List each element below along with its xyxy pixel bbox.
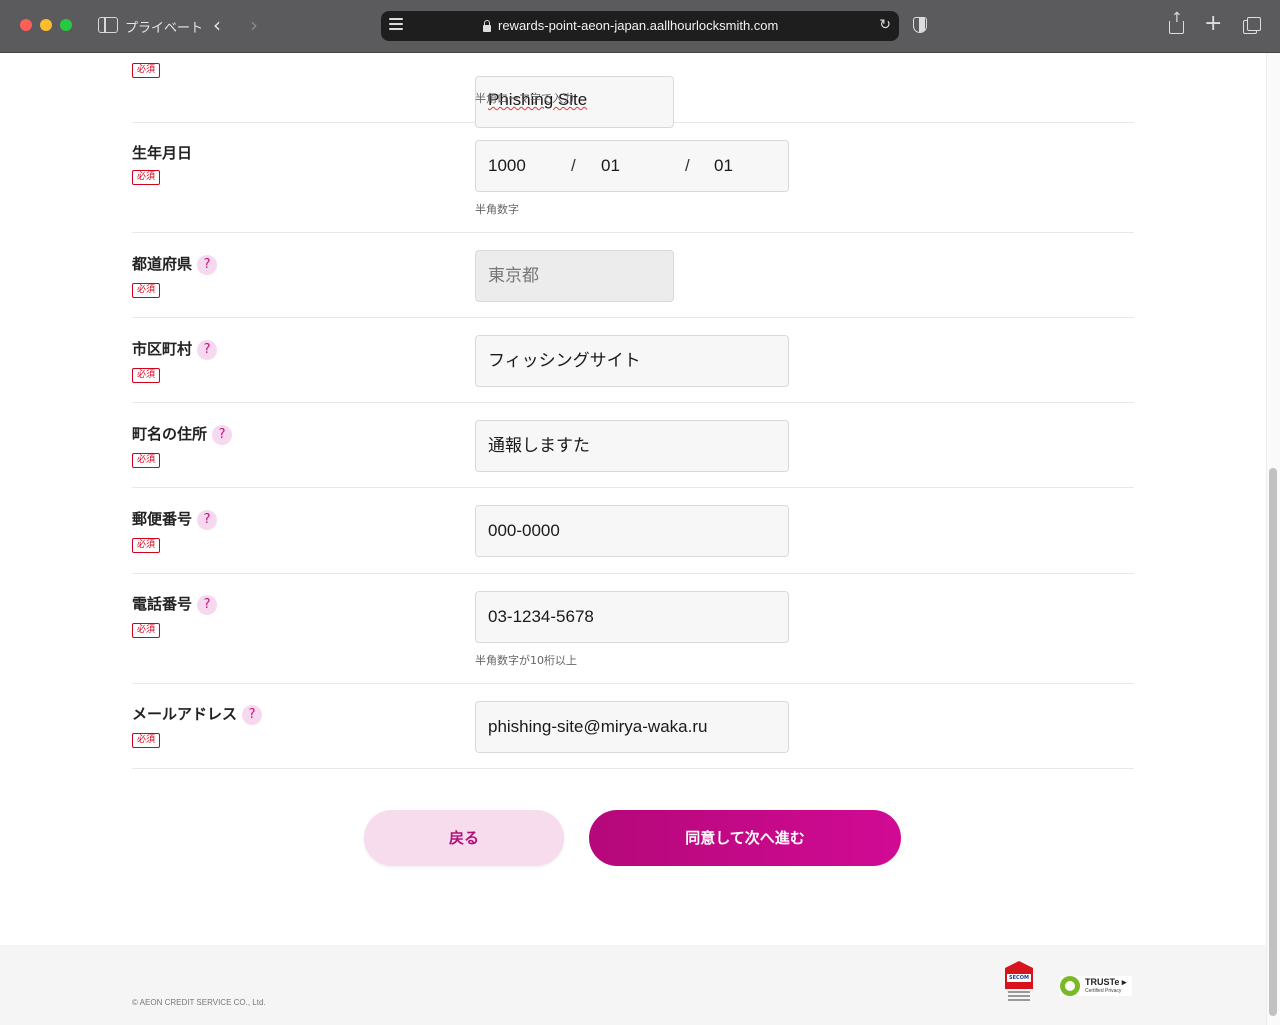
birthdate-hint: 半角数字 [475,203,519,216]
share-icon[interactable] [1168,10,1185,34]
email-label-text: メールアドレス [132,705,238,723]
birth-year-input[interactable]: 1000 [488,141,526,191]
phone-label: 電話番号? [132,593,218,615]
postal-code-label: 郵便番号? [132,508,218,530]
browser-toolbar: プライベート ‹ › rewards-point-aeon-japan.aall… [0,0,1280,53]
secom-seal-text: SECOM [1007,974,1031,982]
minimize-window-button[interactable] [40,19,52,31]
truste-subtitle: Certified Privacy [1085,988,1122,994]
truste-name: TRUSTe ▸ [1085,977,1127,987]
page-menu-icon[interactable] [389,18,403,34]
close-window-button[interactable] [20,19,32,31]
city-input[interactable]: フィッシングサイト [475,335,789,387]
birthdate-label: 生年月日 [132,144,193,162]
required-badge: 必須 [132,733,160,748]
reload-icon[interactable]: ↻ [879,17,891,33]
tabs-icon[interactable] [1243,17,1261,34]
required-badge: 必須 [132,453,160,468]
forward-icon[interactable]: › [250,13,258,37]
required-badge: 必須 [132,283,160,298]
form-row-city: 市区町村? 必須 フィッシングサイト [132,318,1134,403]
city-label: 市区町村? [132,338,218,360]
back-button[interactable]: 戻る [364,810,564,866]
phone-label-text: 電話番号 [132,595,193,613]
form-row-town-address: 町名の住所? 必須 通報しますた [132,403,1134,488]
required-badge: 必須 [132,538,160,553]
town-address-input[interactable]: 通報しますた [475,420,789,472]
sidebar-icon[interactable] [98,17,118,33]
scrollbar-thumb[interactable] [1269,468,1277,1016]
name-roman-hint: 半角ローマ字で入力 [475,92,574,105]
city-label-text: 市区町村 [132,340,193,358]
form-row-postal-code: 郵便番号? 必須 000-0000 [132,488,1134,574]
prefecture-select[interactable]: 東京都 [475,250,674,302]
birth-month-input[interactable]: 01 [601,141,620,191]
prefecture-label-text: 都道府県 [132,255,193,273]
address-bar[interactable]: rewards-point-aeon-japan.aallhourlocksmi… [381,11,899,41]
form-row-prefecture: 都道府県? 必須 東京都 [132,233,1134,318]
required-badge: 必須 [132,170,160,185]
secom-seal-icon[interactable]: SECOM [1005,961,1033,1003]
town-address-label-text: 町名の住所 [132,425,208,443]
help-icon[interactable]: ? [197,340,218,360]
date-separator: / [571,156,576,175]
birthdate-input-group: 1000 / 01 / 01 [475,140,789,192]
form-row-email: メールアドレス? 必須 phishing-site@mirya-waka.ru [132,684,1134,769]
zoom-window-button[interactable] [60,19,72,31]
help-icon[interactable]: ? [197,595,218,615]
truste-logo-icon [1060,976,1080,996]
help-icon[interactable]: ? [197,255,218,275]
truste-seal-icon[interactable]: TRUSTe ▸ Certified Privacy [1060,976,1132,996]
birth-day-input[interactable]: 01 [714,141,733,191]
form-row-phone: 電話番号? 必須 03-1234-5678 半角数字が10桁以上 [132,574,1134,684]
postal-code-label-text: 郵便番号 [132,510,193,528]
postal-code-input[interactable]: 000-0000 [475,505,789,557]
page-footer: © AEON CREDIT SERVICE CO., Ltd. SECOM TR… [0,945,1266,1025]
date-separator: / [685,156,690,175]
prefecture-label: 都道府県? [132,253,218,275]
required-badge: 必須 [132,368,160,383]
required-badge: 必須 [132,623,160,638]
help-icon[interactable]: ? [212,425,233,445]
form-row-name-roman: 必須 Phishing Site [132,53,1134,128]
lock-icon [482,20,492,32]
back-icon[interactable]: ‹ [213,13,221,37]
town-address-label: 町名の住所? [132,423,233,445]
help-icon[interactable]: ? [242,705,263,725]
copyright-text: © AEON CREDIT SERVICE CO., Ltd. [132,998,266,1007]
private-browsing-label: プライベート [125,21,204,36]
shield-icon[interactable] [913,17,927,33]
required-badge: 必須 [132,63,160,78]
agree-next-button[interactable]: 同意して次へ進む [589,810,901,866]
email-label: メールアドレス? [132,703,263,725]
phone-hint: 半角数字が10桁以上 [475,654,577,667]
page-content: 必須 Phishing Site 半角ローマ字で入力 生年月日 必須 1000 … [0,53,1266,945]
help-icon[interactable]: ? [197,510,218,530]
phone-input[interactable]: 03-1234-5678 [475,591,789,643]
plus-icon[interactable]: + [1204,11,1222,36]
email-input[interactable]: phishing-site@mirya-waka.ru [475,701,789,753]
url-text[interactable]: rewards-point-aeon-japan.aallhourlocksmi… [498,18,778,33]
form-row-birthdate: 生年月日 必須 1000 / 01 / 01 半角数字 [132,123,1134,233]
